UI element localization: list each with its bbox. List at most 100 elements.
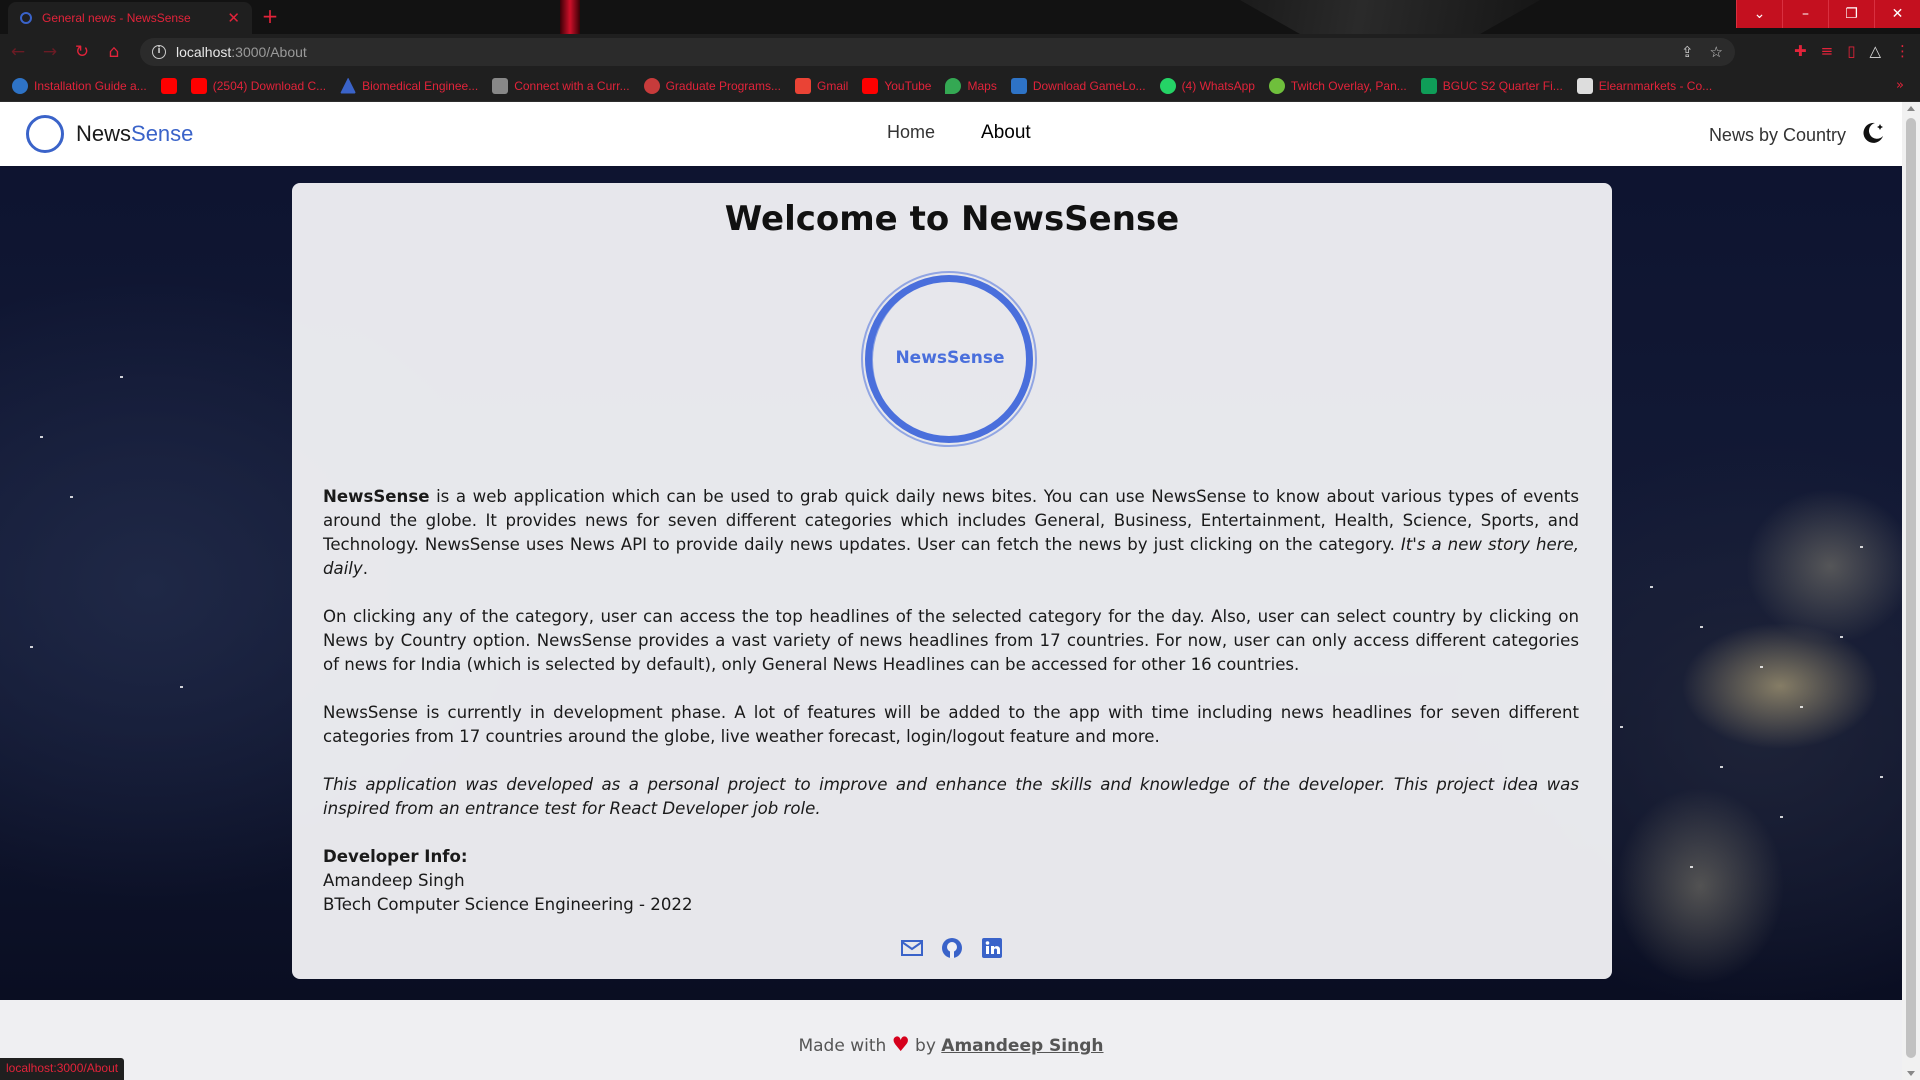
bookmark-label: Graduate Programs... bbox=[665, 78, 781, 93]
logo-text: NewsSense bbox=[895, 348, 1005, 368]
bookmark-item[interactable]: Connect with a Curr... bbox=[492, 77, 630, 94]
tab-search-button[interactable]: ⌄ bbox=[1736, 0, 1782, 28]
bookmark-favicon-icon bbox=[1010, 77, 1027, 94]
social-links bbox=[292, 936, 1612, 960]
bookmark-item[interactable]: Twitch Overlay, Pan... bbox=[1268, 77, 1407, 94]
youtube-icon bbox=[190, 77, 207, 94]
about-paragraph-3: NewsSense is currently in development ph… bbox=[323, 703, 1579, 746]
extensions-puzzle-icon[interactable]: ✚ bbox=[1794, 42, 1807, 60]
bookmark-label: Download GameLo... bbox=[1032, 78, 1146, 93]
bookmark-item[interactable]: Installation Guide a... bbox=[12, 77, 147, 94]
bookmark-favicon-icon bbox=[1576, 77, 1593, 94]
bookmark-favicon-icon bbox=[340, 77, 357, 94]
bookmark-item[interactable]: Download GameLo... bbox=[1010, 77, 1146, 94]
scroll-up-arrow[interactable] bbox=[1907, 106, 1915, 111]
bookmark-item[interactable]: Gmail bbox=[794, 77, 848, 94]
nav-home-link[interactable]: Home bbox=[887, 122, 935, 144]
bookmark-label: Twitch Overlay, Pan... bbox=[1290, 78, 1407, 93]
site-footer: Made with ♥ by Amandeep Singh bbox=[0, 1000, 1902, 1080]
reading-list-icon[interactable]: ≡ bbox=[1821, 42, 1834, 60]
bookmark-item[interactable]: Graduate Programs... bbox=[643, 77, 781, 94]
developer-degree: BTech Computer Science Engineering - 202… bbox=[323, 895, 693, 914]
brand-link[interactable]: NewsSense bbox=[26, 115, 193, 153]
developer-info: Developer Info: Amandeep Singh BTech Com… bbox=[323, 845, 693, 917]
bookmark-label: BGUC S2 Quarter Fi... bbox=[1442, 78, 1563, 93]
about-card: Welcome to NewsSense NewsSense NewsSense… bbox=[292, 183, 1612, 979]
page-viewport: NewsSense Home About News by Country Wel… bbox=[0, 102, 1902, 1080]
site-info-icon[interactable]: i bbox=[152, 45, 166, 59]
restore-button[interactable]: ❐ bbox=[1828, 0, 1874, 28]
home-button[interactable]: ⌂ bbox=[100, 38, 128, 66]
bookmark-label: Connect with a Curr... bbox=[514, 78, 630, 93]
mail-icon[interactable] bbox=[900, 936, 924, 960]
scroll-down-arrow[interactable] bbox=[1907, 1071, 1915, 1076]
app-name-bold: NewsSense bbox=[323, 487, 430, 506]
bookmark-favicon-icon bbox=[643, 77, 660, 94]
tab-favicon-icon bbox=[20, 12, 32, 24]
linkedin-icon[interactable] bbox=[980, 936, 1004, 960]
close-window-button[interactable]: ✕ bbox=[1874, 0, 1920, 28]
site-navbar: NewsSense Home About News by Country bbox=[0, 102, 1902, 166]
bookmark-item[interactable]: (4) WhatsApp bbox=[1159, 77, 1255, 94]
browser-toolbar: ← → ↻ ⌂ i localhost:3000/About ⇪ ☆ ✚ ≡ ▯… bbox=[0, 34, 1920, 70]
bookmark-star-icon[interactable]: ☆ bbox=[1710, 43, 1723, 61]
scrollbar-thumb[interactable] bbox=[1906, 118, 1916, 1058]
brand-name-part1: News bbox=[76, 121, 132, 146]
bookmark-item[interactable]: YouTube bbox=[862, 77, 931, 94]
minimize-button[interactable]: – bbox=[1782, 0, 1828, 28]
forward-button[interactable]: → bbox=[36, 38, 64, 66]
about-paragraph-4: This application was developed as a pers… bbox=[323, 775, 1579, 818]
dark-mode-toggle-icon[interactable] bbox=[1860, 120, 1886, 150]
brand-name: NewsSense bbox=[76, 121, 193, 147]
address-bar[interactable]: i localhost:3000/About ⇪ ☆ bbox=[140, 38, 1735, 66]
youtube-icon bbox=[862, 77, 879, 94]
share-icon[interactable]: ⇪ bbox=[1681, 43, 1694, 61]
bookmark-label: Installation Guide a... bbox=[34, 78, 147, 93]
bookmark-item[interactable]: BGUC S2 Quarter Fi... bbox=[1420, 77, 1563, 94]
bookmark-item[interactable]: Biomedical Enginee... bbox=[340, 77, 479, 94]
browser-menu-icon[interactable]: ⋮ bbox=[1895, 42, 1910, 60]
page-title: Welcome to NewsSense bbox=[724, 199, 1180, 239]
address-url[interactable]: localhost:3000/About bbox=[176, 44, 307, 60]
tab-title: General news - NewsSense bbox=[42, 11, 191, 25]
heart-icon: ♥ bbox=[891, 1032, 910, 1056]
bookmark-favicon-icon bbox=[1268, 77, 1285, 94]
nav-about-link[interactable]: About bbox=[981, 122, 1031, 144]
bookmark-label: (2504) Download C... bbox=[212, 78, 327, 93]
gmail-icon bbox=[794, 77, 811, 94]
side-panel-icon[interactable]: ▯ bbox=[1847, 42, 1855, 60]
github-icon[interactable] bbox=[940, 936, 964, 960]
bookmark-favicon-icon bbox=[492, 77, 509, 94]
new-tab-button[interactable]: + bbox=[258, 6, 282, 28]
footer-made-with: Made with bbox=[798, 1036, 887, 1056]
bookmark-favicon-icon bbox=[12, 77, 28, 94]
browser-tab[interactable]: General news - NewsSense ✕ bbox=[8, 2, 252, 34]
paragraph-text: is a web application which can be used t… bbox=[323, 487, 1579, 554]
about-paragraph-2: On clicking any of the category, user ca… bbox=[323, 607, 1579, 674]
news-by-country-dropdown[interactable]: News by Country bbox=[1709, 125, 1846, 146]
bookmark-label: Biomedical Enginee... bbox=[362, 78, 479, 93]
wallpaper-shape bbox=[1240, 0, 1540, 34]
about-content: NewsSense is a web application which can… bbox=[323, 485, 1579, 845]
bookmarks-overflow-button[interactable]: » bbox=[1896, 78, 1904, 93]
nav-links: Home About bbox=[887, 122, 1031, 144]
whatsapp-icon bbox=[1159, 77, 1176, 94]
tab-close-icon[interactable]: ✕ bbox=[227, 9, 240, 27]
link-status-bubble: localhost:3000/About bbox=[0, 1058, 125, 1080]
url-path: :3000/About bbox=[231, 44, 307, 60]
bookmarks-bar: Installation Guide a... (2504) Download … bbox=[0, 70, 1920, 102]
page-scrollbar[interactable] bbox=[1902, 102, 1920, 1080]
bookmark-item[interactable]: Maps bbox=[945, 77, 997, 94]
url-host: localhost bbox=[176, 44, 232, 60]
back-button[interactable]: ← bbox=[4, 38, 32, 66]
footer-author-link[interactable]: Amandeep Singh bbox=[941, 1036, 1103, 1056]
bookmark-item[interactable]: Elearnmarkets - Co... bbox=[1576, 77, 1712, 94]
footer-by: by bbox=[915, 1036, 936, 1056]
profile-icon[interactable]: △ bbox=[1869, 42, 1881, 60]
reload-button[interactable]: ↻ bbox=[68, 38, 96, 66]
developer-name: Amandeep Singh bbox=[323, 871, 465, 890]
bookmark-item[interactable] bbox=[160, 77, 177, 94]
bookmark-item[interactable]: (2504) Download C... bbox=[190, 77, 327, 94]
paragraph-end: . bbox=[362, 559, 369, 578]
bookmark-label: Maps bbox=[967, 78, 997, 93]
